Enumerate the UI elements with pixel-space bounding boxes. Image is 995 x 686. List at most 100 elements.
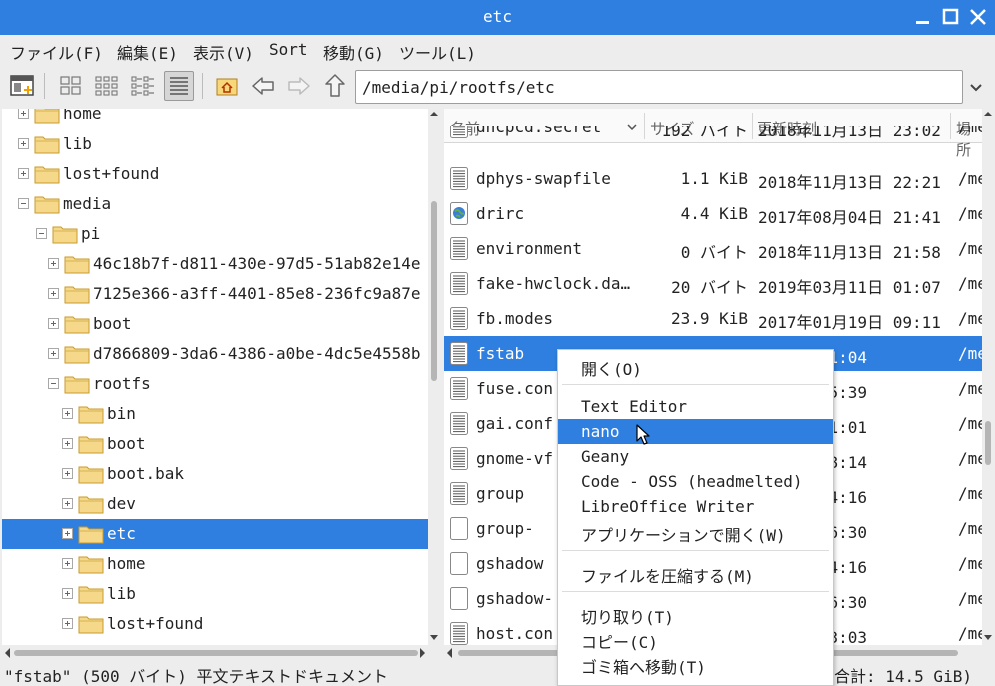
expand-icon[interactable]	[62, 498, 73, 509]
menu-bar: ファイル(F) 編集(E) 表示(V) Sort 移動(G) ツール(L)	[0, 35, 995, 65]
tree-item[interactable]: 46c18b7f-d811-430e-97d5-51ab82e14e	[2, 249, 428, 279]
tree-item[interactable]: lost+found	[2, 609, 428, 639]
expand-icon[interactable]	[18, 168, 29, 179]
expand-icon[interactable]	[62, 588, 73, 599]
expand-icon[interactable]	[62, 408, 73, 419]
compact-view-icon[interactable]	[128, 71, 158, 101]
context-menu-item[interactable]: Code - OSS (headmelted)	[558, 469, 833, 494]
context-menu-item[interactable]: 開く(O)	[558, 353, 833, 379]
tree-horizontal-scrollbar[interactable]	[2, 645, 428, 659]
file-row[interactable]: dphys-swapfile 1.1 KiB 2018年11月13日 22:21/m…	[444, 161, 982, 196]
thumbnail-view-icon[interactable]	[92, 71, 122, 101]
tree-vertical-scrollbar[interactable]	[428, 109, 440, 645]
tree-item-label: lib	[107, 584, 136, 603]
status-selection: "fstab" (500 バイト) 平文テキストドキュメント	[4, 667, 389, 686]
tree-item[interactable]: pi	[2, 219, 428, 249]
folder-icon	[64, 314, 90, 334]
tree-item[interactable]: lib	[2, 579, 428, 609]
tree-item[interactable]: lib	[2, 129, 428, 159]
folder-icon	[64, 284, 90, 304]
folder-icon	[34, 164, 60, 184]
tree-item[interactable]: dev	[2, 489, 428, 519]
tree-item[interactable]: boot	[2, 429, 428, 459]
expand-icon[interactable]	[18, 109, 29, 119]
expand-icon[interactable]	[48, 288, 59, 299]
menu-separator	[562, 591, 829, 592]
menu-sort[interactable]: Sort	[269, 40, 308, 59]
file-modified: 2019年03月11日 01:07	[758, 278, 941, 297]
text-file-icon	[450, 412, 468, 435]
tree-item[interactable]: etc	[2, 519, 428, 549]
file-row[interactable]: fake-hwclock.da… 20 バイト 2019年03月11日 01:07 /…	[444, 266, 982, 301]
maximize-icon[interactable]	[940, 6, 962, 28]
expand-icon[interactable]	[62, 438, 73, 449]
expand-icon[interactable]	[62, 618, 73, 629]
tree-item-label: boot.bak	[107, 464, 185, 483]
forward-arrow-icon[interactable]	[284, 71, 314, 101]
menu-view[interactable]: 表示(V)	[193, 40, 254, 64]
tree-item[interactable]: home	[2, 549, 428, 579]
folder-icon	[64, 254, 90, 274]
tree-item[interactable]: lost+found	[2, 159, 428, 189]
context-menu-item[interactable]: 切り取り(T)	[558, 601, 833, 627]
icon-view-icon[interactable]	[56, 71, 86, 101]
tree-item[interactable]: d7866809-3da6-4386-a0be-4dc5e4558b	[2, 339, 428, 369]
directory-tree[interactable]: home lib lost+found media pi 46c18b7f-d811-43…	[2, 109, 428, 645]
context-menu-item[interactable]: Text Editor	[558, 394, 833, 419]
folder-icon	[34, 109, 60, 124]
back-arrow-icon[interactable]	[248, 71, 278, 101]
tree-item[interactable]: home	[2, 109, 428, 129]
tree-item-label: bin	[107, 404, 136, 423]
menu-file[interactable]: ファイル(F)	[10, 40, 103, 64]
tree-item[interactable]: bin	[2, 399, 428, 429]
context-menu-item[interactable]: アプリケーションで開く(W)	[558, 519, 833, 545]
context-menu-item[interactable]: Geany	[558, 444, 833, 469]
close-icon[interactable]	[967, 6, 989, 28]
detailed-list-view-icon[interactable]	[164, 71, 194, 101]
menu-go[interactable]: 移動(G)	[323, 40, 384, 64]
expand-icon[interactable]	[62, 528, 73, 539]
expand-icon[interactable]	[18, 138, 29, 149]
home-icon[interactable]	[212, 71, 242, 101]
tree-item[interactable]: boot	[2, 309, 428, 339]
menu-tools[interactable]: ツール(L)	[399, 40, 476, 64]
expand-icon[interactable]	[48, 258, 59, 269]
menu-separator	[562, 550, 829, 551]
folder-icon	[78, 554, 104, 574]
folder-icon	[78, 434, 104, 454]
file-row[interactable]: environment 0 バイト 2018年11月13日 21:58/me	[444, 231, 982, 266]
minimize-icon[interactable]	[912, 6, 934, 28]
context-menu-item[interactable]: LibreOffice Writer	[558, 494, 833, 519]
text-file-icon	[450, 517, 468, 540]
context-menu-item[interactable]: ファイルを圧縮する(M)	[558, 560, 833, 586]
tree-item[interactable]: rootfs	[2, 369, 428, 399]
file-name: environment	[476, 239, 582, 258]
file-location: /me	[958, 589, 982, 608]
expand-icon[interactable]	[48, 348, 59, 359]
collapse-icon[interactable]	[48, 378, 59, 389]
expand-icon[interactable]	[48, 318, 59, 329]
chevron-down-icon[interactable]	[966, 77, 986, 97]
status-total: 合計: 14.5 GiB)	[834, 667, 972, 686]
expand-icon[interactable]	[62, 558, 73, 569]
list-vertical-scrollbar[interactable]	[982, 109, 994, 645]
text-file-icon	[450, 307, 468, 330]
tree-item[interactable]: 7125e366-a3ff-4401-85e8-236fc9a87e	[2, 279, 428, 309]
expand-icon[interactable]	[62, 468, 73, 479]
context-menu-item[interactable]: コピー(C)	[558, 626, 833, 652]
new-window-icon[interactable]	[8, 71, 38, 101]
collapse-icon[interactable]	[18, 198, 29, 209]
context-menu-item[interactable]: nano	[558, 419, 833, 444]
text-file-icon	[450, 587, 468, 610]
tree-item[interactable]: media	[2, 189, 428, 219]
path-input[interactable]: /media/pi/rootfs/etc	[355, 70, 963, 104]
file-row[interactable]: drirc 4.4 KiB 2017年08月04日 21:41/me	[444, 196, 982, 231]
up-arrow-icon[interactable]	[320, 71, 350, 101]
menu-edit[interactable]: 編集(E)	[117, 40, 178, 64]
file-row[interactable]: fb.modes 23.9 KiB 2017年01月19日 09:11/me	[444, 301, 982, 336]
file-modified: 2018年11月13日 21:58	[758, 243, 941, 262]
collapse-icon[interactable]	[36, 228, 47, 239]
context-menu-item[interactable]: ゴミ箱へ移動(T)	[558, 651, 833, 677]
tree-item[interactable]: boot.bak	[2, 459, 428, 489]
file-location: /me	[958, 274, 982, 293]
